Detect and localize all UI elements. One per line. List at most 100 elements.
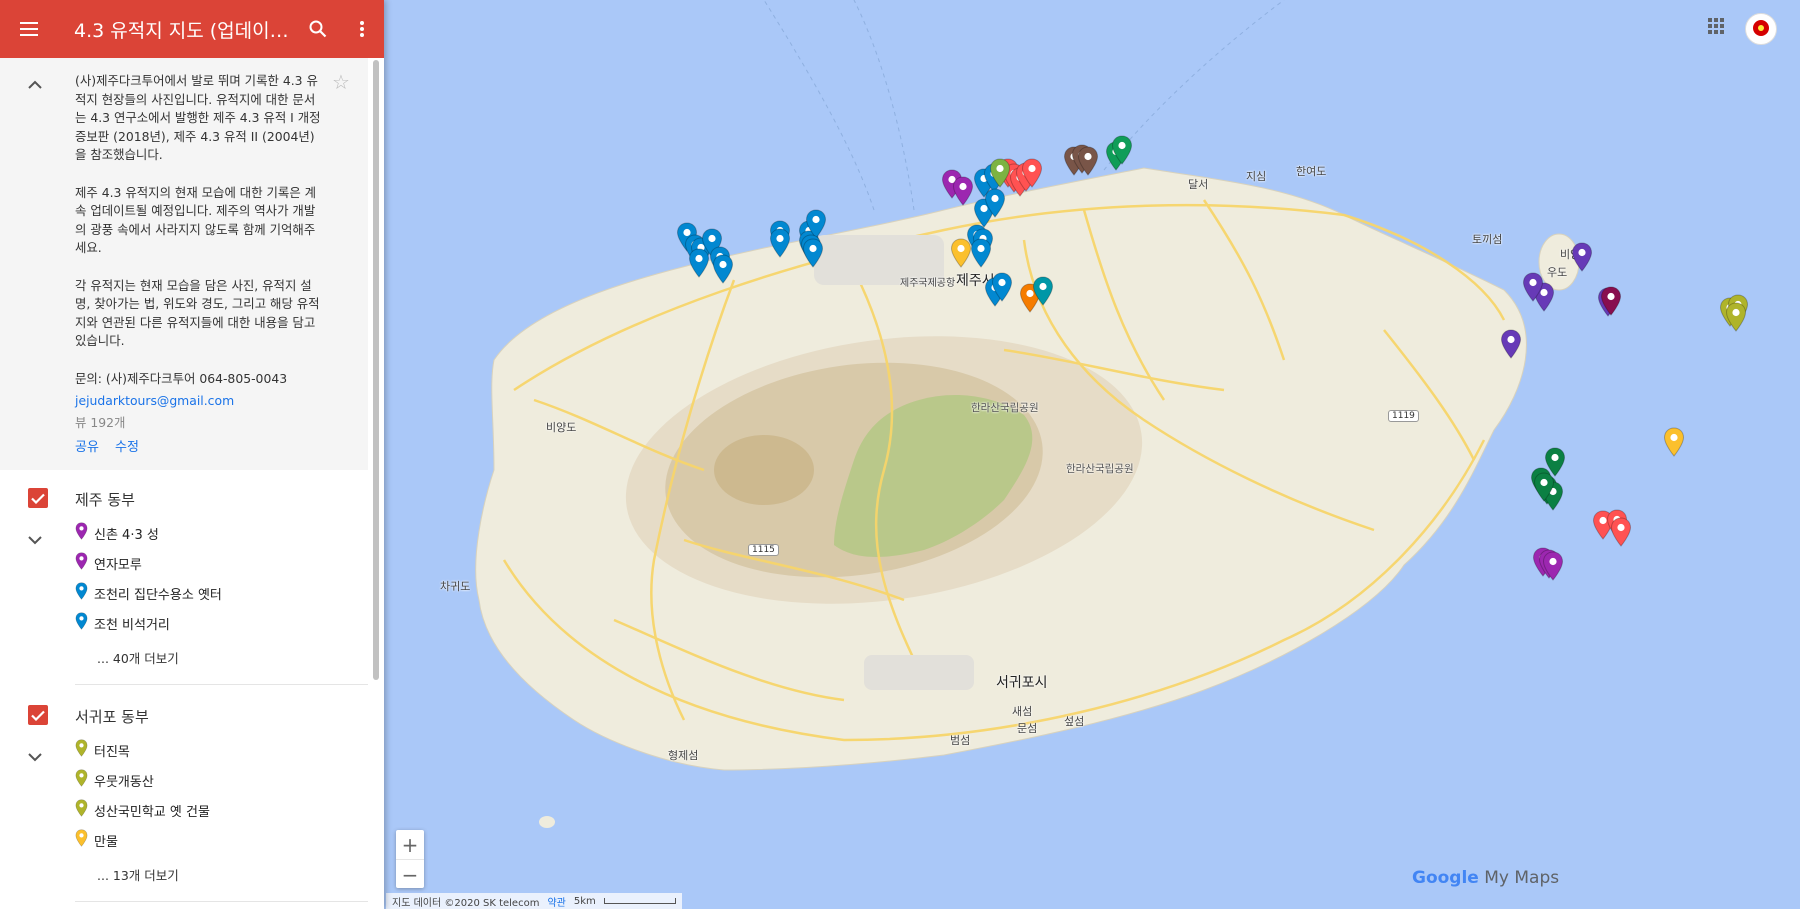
apps-grid-icon[interactable] <box>1708 18 1724 38</box>
show-more-link[interactable]: ... 40개 더보기 <box>97 648 179 667</box>
layer-item-label: 신촌 4·3 성 <box>94 527 159 543</box>
map-marker[interactable] <box>1663 427 1685 457</box>
map-marker[interactable] <box>1021 158 1043 188</box>
map-marker[interactable] <box>1077 146 1099 176</box>
layer-item[interactable]: 조천 비석거리 <box>75 612 170 634</box>
map-pin-icon <box>75 769 88 791</box>
map-label-biyangdo-west: 비양도 <box>546 421 577 434</box>
layer-item[interactable]: 만물 <box>75 829 118 851</box>
layer-item-label: 연자모루 <box>94 557 142 573</box>
map-label-jisim: 지심 <box>1246 170 1267 183</box>
layer-item-label: 조천 비석거리 <box>94 617 170 633</box>
map-marker[interactable] <box>952 176 974 206</box>
checkmark-icon <box>31 493 45 504</box>
map-marker[interactable] <box>991 272 1013 302</box>
map-marker[interactable] <box>1600 286 1622 316</box>
more-options-button[interactable] <box>340 0 384 58</box>
layer-checkbox[interactable] <box>28 488 48 508</box>
map-marker[interactable] <box>688 248 710 278</box>
account-avatar[interactable] <box>1745 13 1777 45</box>
chevron-down-icon <box>28 753 42 762</box>
map-label-hallasan-1: 한라산국립공원 <box>971 402 1039 414</box>
layer-item[interactable]: 성산국민학교 옛 건물 <box>75 799 210 821</box>
layer-item-label: 조천리 집단수용소 옛터 <box>94 587 222 603</box>
map-marker[interactable] <box>1725 302 1747 332</box>
map-marker[interactable] <box>1533 472 1555 502</box>
map-label-tokkiseom: 토끼섬 <box>1472 233 1503 246</box>
share-link[interactable]: 공유 <box>75 436 99 455</box>
map-marker[interactable] <box>1542 551 1564 581</box>
sidebar-scrollbar[interactable] <box>373 60 379 680</box>
route-marker-1115: 1115 <box>748 544 779 556</box>
map-description-text: (사)제주다크투어에서 발로 뛰며 기록한 4.3 유적지 현장들의 사진입니다… <box>75 73 321 386</box>
layer-item[interactable]: 터진목 <box>75 739 130 761</box>
map-marker[interactable] <box>989 158 1011 188</box>
terms-link[interactable]: 약관 <box>547 894 565 909</box>
expand-layer-button[interactable] <box>28 530 42 549</box>
edit-link[interactable]: 수정 <box>115 436 139 455</box>
map-pin-icon <box>75 799 88 821</box>
map-marker[interactable] <box>769 228 791 258</box>
sidebar: 4.3 유적지 지도 (업데이… ☆ (사)제주다크투어에서 발로 뛰며 기록한… <box>0 0 384 909</box>
search-button[interactable] <box>296 0 340 58</box>
map-canvas[interactable]: 제주시 제주국제공항 서귀포시 한라산국립공원 한라산국립공원 비양도 차귀도 … <box>384 0 1800 909</box>
layer-item-label: 성산국민학교 옛 건물 <box>94 804 210 820</box>
chevron-up-icon <box>28 80 42 89</box>
map-label-udo: 우도 <box>1547 266 1568 279</box>
layer-checkbox[interactable] <box>28 705 48 725</box>
map-data-credit: 지도 데이터 ©2020 SK telecom <box>392 897 540 909</box>
islet <box>539 816 555 828</box>
forest-patch <box>714 435 814 505</box>
map-marker[interactable] <box>802 238 824 268</box>
star-icon[interactable]: ☆ <box>332 70 350 94</box>
scale-bar <box>603 898 676 904</box>
map-description-panel: ☆ (사)제주다크투어에서 발로 뛰며 기록한 4.3 유적지 현장들의 사진입… <box>0 58 368 470</box>
map-background <box>475 0 1580 828</box>
map-attribution: 지도 데이터 ©2020 SK telecom 약관 5km <box>386 893 682 909</box>
map-marker[interactable] <box>950 238 972 268</box>
camellia-logo-icon <box>1753 20 1769 36</box>
zoom-control: + − <box>396 830 424 888</box>
zoom-out-button[interactable]: − <box>396 859 424 889</box>
layer-item[interactable]: 조천리 집단수용소 옛터 <box>75 582 222 604</box>
map-label-hyeongjeseom: 형제섬 <box>668 749 699 762</box>
map-marker[interactable] <box>1111 135 1133 165</box>
expand-layer-button[interactable] <box>28 747 42 766</box>
menu-button[interactable] <box>0 0 58 58</box>
layer-divider <box>75 684 368 685</box>
layer-title: 서귀포 동부 <box>75 708 149 726</box>
layer-item-label: 우뭇개동산 <box>94 774 154 790</box>
map-label-hanyeodo: 한여도 <box>1296 165 1327 178</box>
map-marker[interactable] <box>1610 517 1632 547</box>
google-my-maps-logo: Google My Maps <box>1412 868 1560 888</box>
layer-item[interactable]: 연자모루 <box>75 552 142 574</box>
map-marker[interactable] <box>1571 242 1593 272</box>
map-pin-icon <box>75 522 88 544</box>
layer-item[interactable]: 우뭇개동산 <box>75 769 154 791</box>
map-label-seopseom: 섶섬 <box>1064 715 1085 728</box>
map-pin-icon <box>75 582 88 604</box>
map-pin-icon <box>75 829 88 851</box>
route-marker-1119: 1119 <box>1388 410 1419 422</box>
map-marker[interactable] <box>1500 329 1522 359</box>
hamburger-icon <box>20 22 38 36</box>
collapse-description-button[interactable] <box>28 74 42 93</box>
chevron-down-icon <box>28 536 42 545</box>
map-marker[interactable] <box>712 254 734 284</box>
contact-email-link[interactable]: jejudarktours@gmail.com <box>75 393 234 408</box>
layer-item-label: 터진목 <box>94 744 130 760</box>
layer-title: 제주 동부 <box>75 491 135 509</box>
scale-label: 5km <box>573 895 596 907</box>
map-marker[interactable] <box>1032 276 1054 306</box>
map-label-chagwido: 차귀도 <box>440 580 471 593</box>
seogwipo-city-area <box>864 655 974 690</box>
map-marker[interactable] <box>970 238 992 268</box>
map-marker[interactable] <box>1522 272 1544 302</box>
layer-jeju-east: 제주 동부 신촌 4·3 성 연자모루 조천리 집단수용소 옛터 조천 비석거리… <box>0 470 368 685</box>
show-more-link[interactable]: ... 13개 더보기 <box>97 865 179 884</box>
search-icon <box>309 20 327 38</box>
zoom-in-button[interactable]: + <box>396 830 424 859</box>
layer-item[interactable]: 신촌 4·3 성 <box>75 522 159 544</box>
app-header: 4.3 유적지 지도 (업데이… <box>0 0 384 58</box>
map-pin-icon <box>75 612 88 634</box>
